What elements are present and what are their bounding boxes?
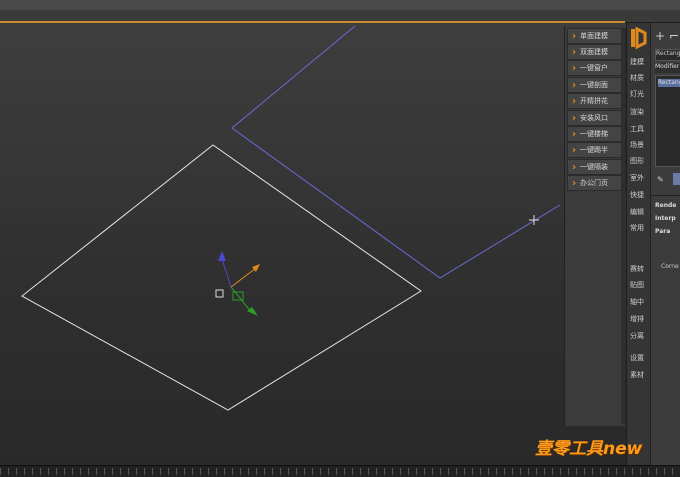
chevron-right-icon: › bbox=[571, 95, 577, 107]
strip-item-material[interactable]: 材质 bbox=[630, 73, 650, 83]
strip-item-shortcut[interactable]: 快捷 bbox=[630, 190, 650, 200]
chevron-right-icon: › bbox=[571, 177, 577, 189]
modifier-stack[interactable]: Rectangle bbox=[655, 75, 680, 167]
stack-item-selected[interactable]: Rectangle bbox=[658, 79, 680, 87]
modifier-list-dropdown[interactable]: Modifier List bbox=[655, 63, 680, 73]
pin-stack-icon[interactable]: ✎ bbox=[657, 175, 664, 184]
strip-item-convert[interactable]: 赛转 bbox=[630, 264, 650, 274]
plugin-button-single-face[interactable]: › 单面建模 bbox=[567, 28, 626, 44]
strip-item-tools[interactable]: 工具 bbox=[630, 124, 650, 134]
chevron-right-icon: › bbox=[571, 79, 577, 91]
strip-item-detach[interactable]: 分离 bbox=[630, 331, 650, 341]
strip-item-arrange[interactable]: 增排 bbox=[630, 314, 650, 324]
strip-item-texture[interactable]: 贴图 bbox=[630, 280, 650, 290]
plugin-button-window[interactable]: › 一键窗户 bbox=[567, 60, 626, 76]
viewport-scene bbox=[21, 25, 561, 411]
strip-item-light[interactable]: 灯光 bbox=[630, 89, 650, 99]
object-name-field[interactable]: Rectangle bbox=[655, 49, 680, 61]
command-panel: + ⌐ Rectangle Modifier List Rectangle ✎ … bbox=[650, 23, 680, 465]
watermark-logo: 壹零工具new bbox=[535, 439, 643, 459]
chevron-right-icon: › bbox=[571, 62, 577, 74]
strip-item-edit[interactable]: 编辑 bbox=[630, 207, 650, 217]
perspective-viewport[interactable] bbox=[0, 23, 626, 465]
plugin-button-kick[interactable]: › 一键踢半 bbox=[567, 142, 626, 158]
tool-strip: 建模 材质 灯光 渲染 工具 场景 图形 室外 快捷 编辑 常用 赛转 贴图 轴… bbox=[626, 23, 651, 465]
plugin-button-section[interactable]: › 一键剖面 bbox=[567, 77, 626, 93]
plugin-button-office-door[interactable]: › 办公门页 bbox=[567, 175, 626, 191]
chevron-right-icon: › bbox=[571, 46, 577, 58]
strip-item-pivot[interactable]: 轴中 bbox=[630, 297, 650, 307]
timeline-bar[interactable] bbox=[0, 465, 680, 477]
show-end-result-button[interactable] bbox=[673, 173, 680, 185]
menu-strip bbox=[0, 0, 680, 10]
timeline-ticks bbox=[0, 468, 680, 475]
rollout-interpolation[interactable]: Interp bbox=[655, 215, 680, 225]
transform-gizmo bbox=[215, 251, 260, 316]
plugin-button-stairs[interactable]: › 一键楼梯 bbox=[567, 126, 626, 142]
plugin-button-partition[interactable]: › 一键隔装 bbox=[567, 159, 626, 175]
panel-divider bbox=[651, 195, 680, 196]
strip-item-scene[interactable]: 场景 bbox=[630, 140, 650, 150]
plugin-scrollbar[interactable] bbox=[621, 28, 625, 424]
selected-rectangle-shape bbox=[231, 25, 561, 279]
chevron-right-icon: › bbox=[571, 144, 577, 156]
chevron-right-icon: › bbox=[571, 112, 577, 124]
corner-radius-label: Corne bbox=[661, 263, 679, 270]
strip-item-outdoor[interactable]: 室外 bbox=[630, 173, 650, 183]
plane-shape bbox=[21, 144, 422, 411]
plugin-button-vent[interactable]: › 安装风口 bbox=[567, 110, 626, 126]
rollout-parameters[interactable]: Para bbox=[655, 228, 680, 238]
top-toolbar bbox=[0, 0, 680, 23]
strip-item-assets[interactable]: 素材 bbox=[630, 370, 650, 380]
chevron-right-icon: › bbox=[571, 128, 577, 140]
chevron-right-icon: › bbox=[571, 161, 577, 173]
strip-item-settings[interactable]: 设置 bbox=[630, 353, 650, 363]
create-tab-icon[interactable]: + ⌐ bbox=[655, 29, 679, 43]
strip-item-shape[interactable]: 图形 bbox=[630, 156, 650, 166]
plugin-toolbar-panel: › 单面建模 › 双面建模 › 一键窗户 › 一键剖面 › 开精拼花 › 安装风口 › 一键楼… bbox=[564, 26, 626, 426]
logo-icon bbox=[631, 27, 647, 49]
strip-item-common[interactable]: 常用 bbox=[630, 223, 650, 233]
strip-item-render[interactable]: 渲染 bbox=[630, 107, 650, 117]
rollout-rendering[interactable]: Rende bbox=[655, 202, 680, 212]
plugin-button-double-face[interactable]: › 双面建模 bbox=[567, 44, 626, 60]
chevron-right-icon: › bbox=[571, 30, 577, 42]
plugin-button-pattern[interactable]: › 开精拼花 bbox=[567, 93, 626, 109]
strip-item-modeling[interactable]: 建模 bbox=[630, 57, 650, 67]
